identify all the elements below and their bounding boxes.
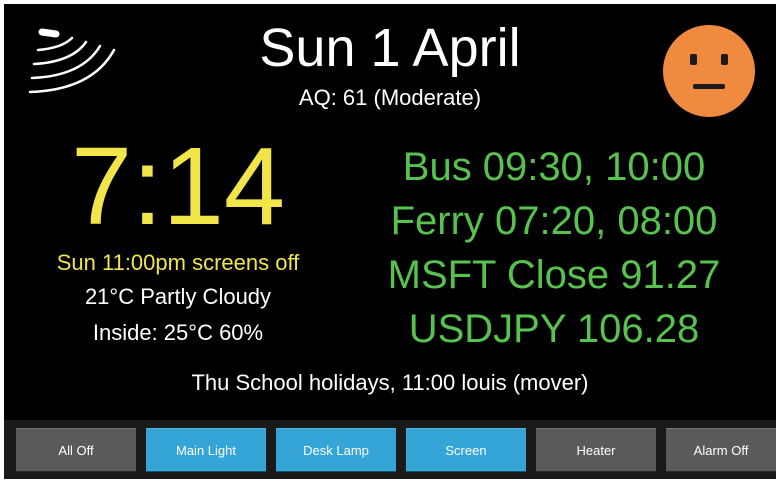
screen-button[interactable]: Screen (406, 428, 526, 472)
ferry-times: Ferry 07:20, 08:00 (390, 199, 718, 243)
main-light-button[interactable]: Main Light (146, 428, 266, 472)
display-frame: Sun 1 April AQ: 61 (Moderate) 7:14 Sun 1… (0, 0, 784, 483)
all-off-button[interactable]: All Off (16, 428, 136, 472)
stock-close: MSFT Close 91.27 (387, 253, 721, 297)
dashboard-screen: Sun 1 April AQ: 61 (Moderate) 7:14 Sun 1… (4, 4, 776, 479)
events-text: Thu School holidays, 11:00 louis (mover) (191, 370, 589, 395)
button-bar: All Off Main Light Desk Lamp Screen Heat… (4, 420, 776, 479)
desk-lamp-button[interactable]: Desk Lamp (276, 428, 396, 472)
alarm-off-button[interactable]: Alarm Off (666, 428, 776, 472)
weather-text: 21°C Partly Cloudy (84, 284, 272, 309)
exchange-rate: USDJPY 106.28 (408, 307, 700, 351)
clock-time: 7:14 (70, 125, 286, 248)
heater-button[interactable]: Heater (536, 428, 656, 472)
screen-schedule-text: Sun 11:00pm screens off (56, 250, 300, 275)
inside-climate-text: Inside: 25°C 60% (92, 320, 264, 345)
neutral-face-icon (663, 25, 755, 117)
bus-times: Bus 09:30, 10:00 (402, 145, 706, 189)
air-quality-text: AQ: 61 (Moderate) (298, 85, 482, 110)
date-heading: Sun 1 April (259, 18, 521, 78)
